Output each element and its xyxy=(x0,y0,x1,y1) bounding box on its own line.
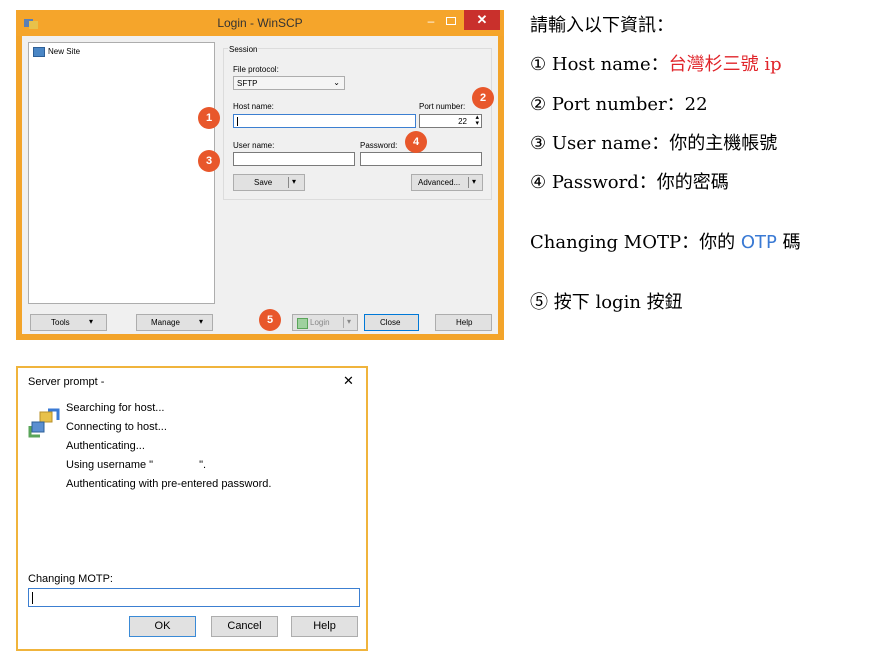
login-button-label: Login xyxy=(310,318,330,327)
username-message-suffix: ". xyxy=(199,459,207,471)
step-number: ④ xyxy=(530,172,547,193)
step-number: ⑤ xyxy=(530,292,548,313)
file-protocol-value: SFTP xyxy=(237,79,258,88)
status-message: Searching for host... xyxy=(66,402,165,414)
step-number: ① xyxy=(530,54,547,75)
dropdown-arrow-icon: ▾ xyxy=(89,317,94,326)
step-text: Password：你的密碼 xyxy=(551,172,729,193)
login-client-area: New Site Session File protocol: SFTP ⌄ H… xyxy=(22,36,498,334)
text-caret xyxy=(237,117,238,126)
dropdown-arrow-icon[interactable]: ▾ xyxy=(292,177,296,186)
ok-button[interactable]: OK xyxy=(129,616,196,637)
step-number: ② xyxy=(530,94,547,115)
host-name-hint: 台灣杉三號 ip xyxy=(668,54,782,75)
transfer-arrows-icon xyxy=(28,408,60,438)
instruction-step-4: ④ Password：你的密碼 xyxy=(530,168,729,194)
instruction-step-5: ⑤ 按下 login 按鈕 xyxy=(530,288,683,314)
port-number-input[interactable]: 22 ▴ ▾ xyxy=(419,114,482,128)
tools-button[interactable]: Tools ▾ xyxy=(30,314,107,331)
file-protocol-select[interactable]: SFTP ⌄ xyxy=(233,76,345,90)
dropdown-arrow-icon: ▾ xyxy=(347,317,352,326)
save-button-label: Save xyxy=(254,178,273,187)
dropdown-arrow-icon[interactable]: ▾ xyxy=(472,177,476,186)
help-button[interactable]: Help xyxy=(435,314,492,331)
user-name-label: User name: xyxy=(233,141,275,150)
spinner-arrows-icon[interactable]: ▴ ▾ xyxy=(475,114,479,127)
computer-icon xyxy=(33,47,45,57)
badge-2: 2 xyxy=(472,87,494,109)
status-message: Connecting to host... xyxy=(66,421,167,433)
tools-button-label: Tools xyxy=(51,318,70,327)
badge-1: 1 xyxy=(198,107,220,129)
motp-text: Changing MOTP：你的 xyxy=(530,232,741,253)
password-label: Password: xyxy=(360,141,398,150)
instruction-motp: Changing MOTP：你的 OTP 碼 xyxy=(530,228,801,254)
manage-button[interactable]: Manage ▾ xyxy=(136,314,213,331)
login-icon xyxy=(297,318,308,329)
motp-suffix: 碼 xyxy=(776,232,801,253)
step-number: ③ xyxy=(530,133,547,154)
login-button[interactable]: Login ▾ xyxy=(292,314,358,331)
cancel-button[interactable]: Cancel xyxy=(211,616,278,637)
text-caret xyxy=(32,592,33,604)
dialog-title: Server prompt - xyxy=(28,376,105,388)
host-name-input[interactable] xyxy=(233,114,416,128)
split-divider xyxy=(468,177,469,188)
dropdown-arrow-icon: ▾ xyxy=(199,317,204,326)
motp-label: Changing MOTP: xyxy=(28,573,113,585)
status-message: Authenticating with pre-entered password… xyxy=(66,478,272,490)
status-message: Using username " ". xyxy=(66,459,206,471)
manage-button-label: Manage xyxy=(151,318,180,327)
help-button[interactable]: Help xyxy=(291,616,358,637)
split-divider xyxy=(343,317,344,328)
minimize-button[interactable]: – xyxy=(422,12,440,30)
session-group-label: Session xyxy=(228,45,259,54)
site-item-label: New Site xyxy=(48,47,81,57)
site-item-new-site[interactable]: New Site xyxy=(33,47,80,57)
badge-4: 4 xyxy=(405,131,427,153)
instruction-step-3: ③ User name：你的主機帳號 xyxy=(530,129,777,155)
server-prompt-dialog: Server prompt - ✕ Searching for host... … xyxy=(16,366,368,651)
file-protocol-label: File protocol: xyxy=(233,65,279,74)
instruction-step-2: ② Port number：22 xyxy=(530,90,708,116)
close-button[interactable]: ✕ xyxy=(464,10,500,30)
save-button[interactable]: Save ▾ xyxy=(233,174,305,191)
motp-input[interactable] xyxy=(28,588,360,607)
status-message: Authenticating... xyxy=(66,440,145,452)
username-message-prefix: Using username " xyxy=(66,459,154,471)
badge-3: 3 xyxy=(198,150,220,172)
maximize-button[interactable] xyxy=(442,12,460,30)
close-button-label: Close xyxy=(380,318,401,327)
site-tree: New Site xyxy=(28,42,215,304)
title-bar: Login - WinSCP – ✕ xyxy=(16,10,504,36)
chevron-down-icon: ⌄ xyxy=(333,78,340,87)
close-dialog-button[interactable]: Close xyxy=(364,314,419,331)
close-icon[interactable]: ✕ xyxy=(343,373,354,389)
instructions-heading: 請輸入以下資訊： xyxy=(530,15,674,36)
port-number-label: Port number: xyxy=(419,102,466,111)
port-number-value: 22 xyxy=(458,117,467,126)
step-text: Host name： xyxy=(551,54,669,75)
step-text: User name：你的主機帳號 xyxy=(551,133,778,154)
step-text: Port number：22 xyxy=(551,94,708,115)
split-divider xyxy=(288,177,289,188)
badge-5: 5 xyxy=(259,309,281,331)
help-button-label: Help xyxy=(456,318,473,327)
login-window: Login - WinSCP – ✕ New Site Session File… xyxy=(16,10,504,340)
otp-highlight: OTP xyxy=(740,232,777,253)
maximize-icon xyxy=(446,17,456,25)
host-name-label: Host name: xyxy=(233,102,274,111)
password-input[interactable] xyxy=(360,152,482,166)
advanced-button[interactable]: Advanced... ▾ xyxy=(411,174,483,191)
instruction-step-1: ① Host name：台灣杉三號 ip xyxy=(530,50,782,76)
advanced-button-label: Advanced... xyxy=(418,178,461,187)
user-name-input[interactable] xyxy=(233,152,355,166)
step-text: 按下 login 按鈕 xyxy=(553,292,683,313)
